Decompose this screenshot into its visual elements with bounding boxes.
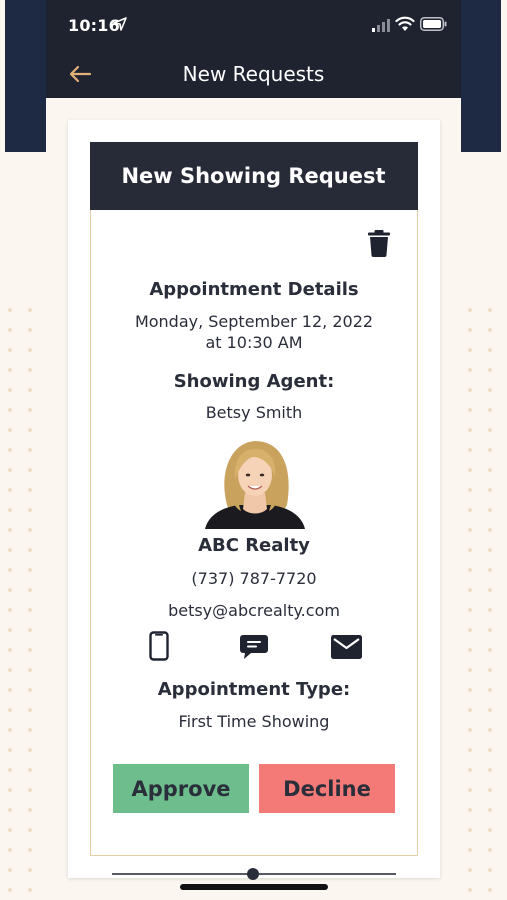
scroll-thumb[interactable]: [247, 868, 259, 880]
card-header: New Showing Request: [89, 141, 418, 210]
appointment-details-label: Appointment Details: [149, 279, 359, 300]
approve-button[interactable]: Approve: [113, 764, 249, 813]
request-card: New Showing Request Appointment Details …: [68, 120, 440, 878]
agent-name: Betsy Smith: [205, 403, 303, 422]
battery-icon: [420, 17, 447, 31]
showing-agent-label: Showing Agent:: [173, 371, 335, 392]
agent-phone: (737) 787-7720: [191, 569, 317, 588]
decline-button[interactable]: Decline: [259, 764, 395, 813]
request-card-content: New Showing Request Appointment Details …: [89, 141, 418, 856]
app-bar: New Requests: [46, 52, 461, 98]
brokerage-name: ABC Realty: [198, 535, 310, 556]
appointment-type: First Time Showing: [178, 712, 330, 731]
status-bar: 10:16: [46, 0, 461, 52]
agent-email: betsy@abcrealty.com: [168, 601, 340, 620]
page-title: New Requests: [182, 62, 325, 86]
trash-icon[interactable]: [367, 229, 391, 257]
chat-bubble-icon[interactable]: [239, 634, 269, 660]
home-indicator[interactable]: [180, 884, 328, 890]
location-arrow-icon: [113, 17, 127, 31]
cellular-signal-icon: [372, 19, 390, 32]
background-block-right: [461, 0, 501, 152]
wifi-icon: [395, 16, 415, 31]
agent-avatar: [205, 435, 305, 529]
appointment-time: at 10:30 AM: [205, 333, 303, 352]
appointment-type-label: Appointment Type:: [157, 679, 351, 700]
mobile-phone-icon[interactable]: [149, 631, 169, 661]
appointment-date: Monday, September 12, 2022: [134, 312, 374, 331]
background-block-left: [5, 0, 47, 152]
phone-screen: 10:16 New Requests New Showing Request A…: [46, 0, 461, 900]
mail-icon[interactable]: [331, 635, 362, 659]
